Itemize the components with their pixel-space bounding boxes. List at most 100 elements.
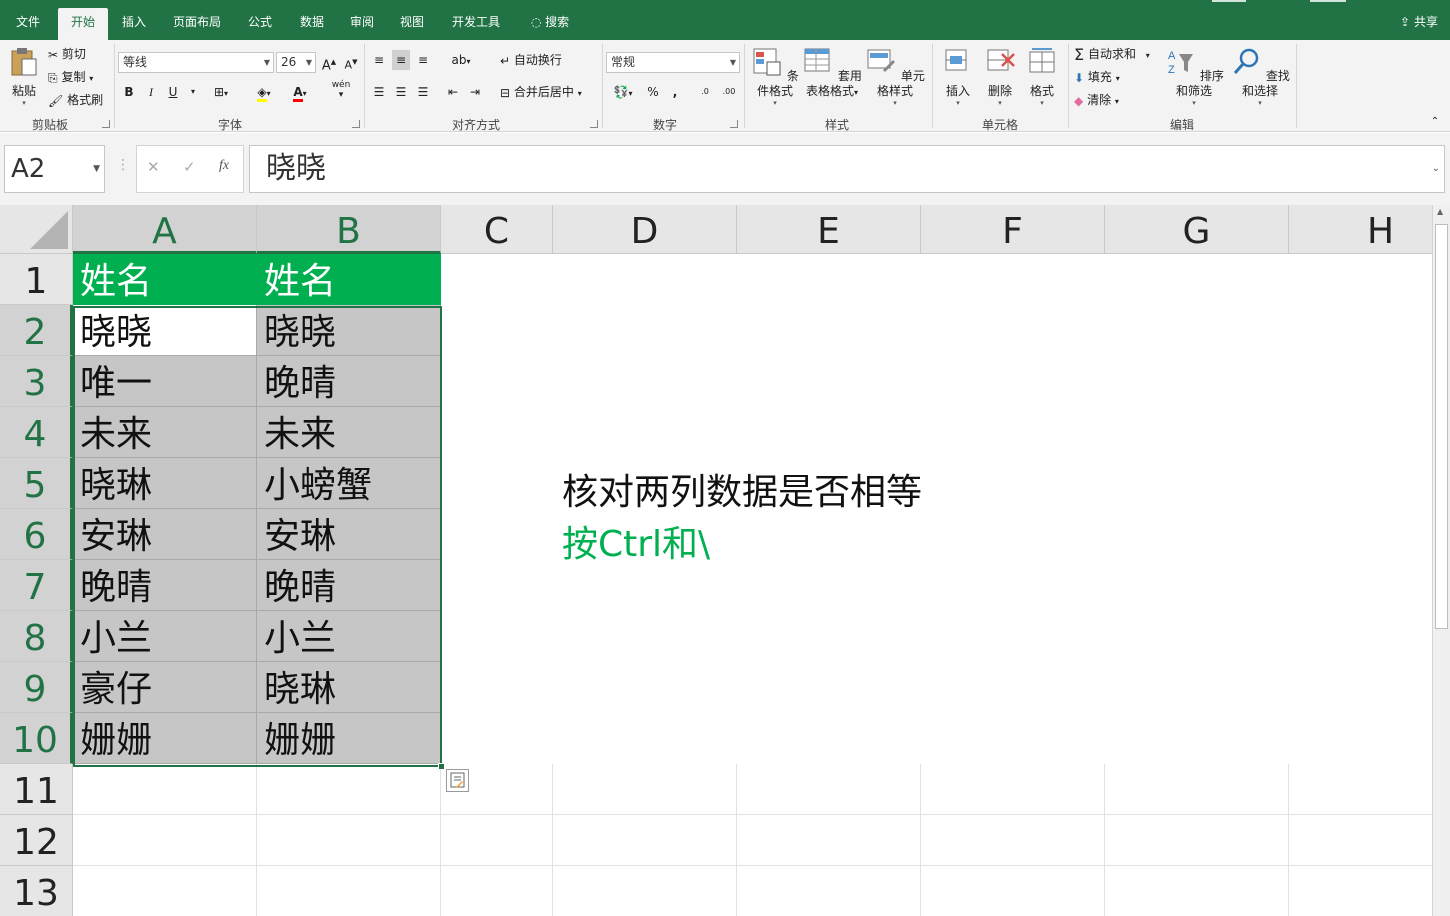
table-cell[interactable]: 豪仔: [73, 662, 257, 713]
resize-handle-icon[interactable]: ⋮: [116, 157, 130, 173]
table-cell[interactable]: 安琳: [73, 509, 257, 560]
tab-data[interactable]: 数据: [290, 8, 334, 40]
column-header-f[interactable]: F: [921, 205, 1105, 254]
empty-cell[interactable]: [441, 713, 553, 764]
name-box[interactable]: A2 ▼: [4, 145, 105, 193]
row-header-4[interactable]: 4: [0, 407, 73, 458]
empty-cell[interactable]: [441, 662, 553, 713]
empty-cell[interactable]: [1289, 407, 1432, 458]
delete-cells-button[interactable]: 删除 ▾: [982, 46, 1018, 107]
empty-cell[interactable]: [441, 254, 553, 305]
empty-cell[interactable]: [1105, 356, 1289, 407]
conditional-formatting-button[interactable]: 条件格式 ▾: [748, 46, 802, 107]
empty-cell[interactable]: [1105, 866, 1289, 916]
empty-cell[interactable]: [1289, 815, 1432, 866]
table-cell[interactable]: 未来: [257, 407, 441, 458]
empty-cell[interactable]: [1289, 611, 1432, 662]
empty-cell[interactable]: [441, 458, 553, 509]
align-middle-icon[interactable]: ≡: [392, 50, 410, 70]
format-cells-button[interactable]: 格式 ▾: [1024, 46, 1060, 107]
font-size-select[interactable]: 26 ▼: [276, 52, 316, 73]
empty-cell[interactable]: [441, 305, 553, 356]
table-cell[interactable]: 安琳: [257, 509, 441, 560]
empty-cell[interactable]: [737, 254, 921, 305]
wrap-text-button[interactable]: ↵ 自动换行: [500, 50, 562, 70]
empty-cell[interactable]: [441, 509, 553, 560]
table-cell[interactable]: 小兰: [73, 611, 257, 662]
table-cell[interactable]: 姗姗: [73, 713, 257, 764]
empty-cell[interactable]: [553, 815, 737, 866]
table-cell[interactable]: 唯一: [73, 356, 257, 407]
empty-cell[interactable]: [921, 866, 1105, 916]
empty-cell[interactable]: [921, 356, 1105, 407]
chevron-down-icon[interactable]: ⌄: [1432, 146, 1440, 192]
empty-cell[interactable]: [73, 764, 257, 815]
empty-cell[interactable]: [1105, 407, 1289, 458]
fill-button[interactable]: ⬇ 填充 ▾: [1074, 67, 1120, 87]
empty-cell[interactable]: [553, 254, 737, 305]
dialog-launcher-icon[interactable]: [102, 120, 110, 128]
table-cell[interactable]: 晓晓: [73, 305, 257, 356]
tab-review[interactable]: 审阅: [340, 8, 384, 40]
column-header-h[interactable]: H: [1289, 205, 1432, 254]
empty-cell[interactable]: [737, 611, 921, 662]
empty-cell[interactable]: [737, 866, 921, 916]
empty-cell[interactable]: [1289, 560, 1432, 611]
borders-button[interactable]: ⊞▾: [206, 82, 236, 102]
empty-cell[interactable]: [737, 560, 921, 611]
cancel-icon[interactable]: ✕: [147, 158, 160, 176]
empty-cell[interactable]: [1105, 713, 1289, 764]
empty-cell[interactable]: [921, 254, 1105, 305]
shrink-font-button[interactable]: A▼: [342, 52, 360, 72]
accounting-format-button[interactable]: 💱▾: [608, 82, 638, 102]
table-cell[interactable]: 小螃蟹: [257, 458, 441, 509]
row-header-2[interactable]: 2: [0, 305, 73, 356]
empty-cell[interactable]: [921, 713, 1105, 764]
row-header-3[interactable]: 3: [0, 356, 73, 407]
dialog-launcher-icon[interactable]: [590, 120, 598, 128]
empty-cell[interactable]: [1105, 305, 1289, 356]
empty-cell[interactable]: [1289, 764, 1432, 815]
empty-cell[interactable]: [257, 866, 441, 916]
column-header-c[interactable]: C: [441, 205, 553, 254]
scrollbar-thumb[interactable]: [1435, 224, 1448, 629]
increase-indent-icon[interactable]: ⇥: [466, 82, 484, 102]
empty-cell[interactable]: [553, 662, 737, 713]
increase-decimal-button[interactable]: .0: [694, 82, 716, 102]
empty-cell[interactable]: [921, 662, 1105, 713]
number-format-select[interactable]: 常规 ▼: [606, 52, 740, 73]
empty-cell[interactable]: [921, 815, 1105, 866]
select-all-button[interactable]: [0, 205, 73, 254]
empty-cell[interactable]: [1105, 662, 1289, 713]
empty-cell[interactable]: [1289, 458, 1432, 509]
empty-cell[interactable]: [441, 356, 553, 407]
scroll-up-icon[interactable]: ▲: [1437, 207, 1443, 216]
quick-analysis-button[interactable]: [446, 769, 469, 792]
header-cell[interactable]: 姓名: [257, 254, 441, 305]
cell-styles-button[interactable]: 单元格样式 ▾: [862, 46, 928, 107]
empty-cell[interactable]: [921, 458, 1105, 509]
empty-cell[interactable]: [737, 764, 921, 815]
empty-cell[interactable]: [737, 815, 921, 866]
empty-cell[interactable]: [1105, 509, 1289, 560]
collapse-ribbon-icon[interactable]: ⌃: [1426, 112, 1444, 132]
row-header-6[interactable]: 6: [0, 509, 73, 560]
row-header-8[interactable]: 8: [0, 611, 73, 662]
cut-button[interactable]: ✂ 剪切: [48, 44, 86, 64]
column-header-g[interactable]: G: [1105, 205, 1289, 254]
empty-cell[interactable]: [1105, 458, 1289, 509]
empty-cell[interactable]: [1105, 611, 1289, 662]
paste-button[interactable]: 粘贴 ▾: [6, 46, 42, 107]
empty-cell[interactable]: [553, 356, 737, 407]
empty-cell[interactable]: [441, 407, 553, 458]
empty-cell[interactable]: [1105, 764, 1289, 815]
table-cell[interactable]: 晚晴: [73, 560, 257, 611]
empty-cell[interactable]: [921, 764, 1105, 815]
table-cell[interactable]: 未来: [73, 407, 257, 458]
font-color-button[interactable]: A▾: [284, 82, 316, 102]
align-center-icon[interactable]: ☰: [392, 82, 410, 102]
empty-cell[interactable]: [737, 713, 921, 764]
tab-view[interactable]: 视图: [390, 8, 434, 40]
comma-button[interactable]: ,: [666, 82, 684, 102]
row-header-11[interactable]: 11: [0, 764, 73, 815]
